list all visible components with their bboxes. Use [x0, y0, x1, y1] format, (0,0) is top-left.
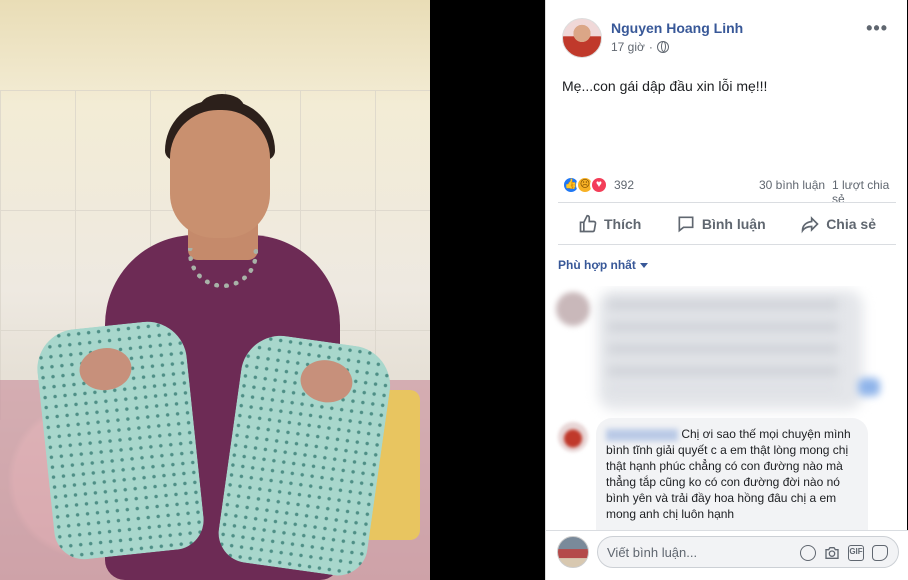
like-label: Thích — [604, 216, 642, 232]
woman-face — [170, 110, 270, 238]
comment-count[interactable]: 30 bình luận — [759, 178, 825, 192]
comment-placeholder: Viết bình luận... — [607, 545, 698, 560]
reaction-chip — [858, 378, 880, 396]
share-button[interactable]: Chia sẻ — [800, 206, 876, 242]
author-name[interactable]: Nguyen Hoang Linh — [611, 20, 743, 36]
camera-icon[interactable] — [824, 545, 840, 561]
divider — [558, 202, 896, 203]
emoji-icon[interactable] — [800, 545, 816, 561]
baby-face — [297, 356, 356, 406]
post-stats: 👍 ☹ ♥ 392 30 bình luận 1 lượt chia sẻ — [562, 176, 892, 206]
blurred-text — [608, 300, 838, 390]
comment-sort-dropdown[interactable]: Phù hợp nhất — [558, 258, 648, 272]
baby-left — [33, 317, 207, 563]
comment-button[interactable]: Bình luận — [676, 206, 766, 242]
post-panel: Nguyen Hoang Linh 17 giờ · ••• Mẹ...con … — [545, 0, 908, 580]
share-icon — [801, 216, 819, 234]
globe-icon[interactable] — [656, 41, 669, 53]
commenter-avatar[interactable] — [558, 422, 588, 452]
baby-face — [77, 345, 134, 393]
comment-text: Chị ơi sao thế mọi chuyện mình bình tĩnh… — [606, 427, 851, 521]
reaction-count[interactable]: 392 — [614, 178, 634, 192]
comment-input[interactable]: Viết bình luận... GIF — [597, 536, 899, 568]
like-button[interactable]: Thích — [578, 206, 641, 242]
activation-watermark: Activate Wind — [795, 566, 881, 580]
author-avatar[interactable] — [562, 18, 602, 58]
post-meta: 17 giờ · — [611, 40, 669, 54]
post-photo[interactable] — [0, 0, 430, 580]
commenter-name-blurred[interactable] — [606, 428, 678, 441]
thumbs-up-icon — [579, 214, 597, 233]
caret-down-icon — [639, 262, 648, 268]
baby-right — [214, 330, 396, 580]
more-options-icon[interactable]: ••• — [866, 18, 888, 39]
action-bar: Thích Bình luận Chia sẻ — [558, 206, 896, 242]
post-header: Nguyen Hoang Linh 17 giờ · ••• — [546, 0, 908, 70]
my-avatar[interactable] — [557, 536, 589, 568]
love-react-icon[interactable]: ♥ — [590, 176, 608, 194]
commenter-avatar — [556, 292, 590, 326]
post-time[interactable]: 17 giờ — [611, 40, 645, 54]
meta-separator: · — [648, 40, 653, 54]
post-text: Mẹ...con gái dập đầu xin lỗi mẹ!!! — [562, 78, 768, 94]
comment-icon — [678, 216, 694, 233]
sticker-icon[interactable] — [872, 545, 888, 561]
sort-label: Phù hợp nhất — [558, 258, 636, 272]
share-label: Chia sẻ — [826, 216, 876, 232]
comment-bubble: Chị ơi sao thế mọi chuyện mình bình tĩnh… — [596, 418, 868, 530]
divider — [558, 244, 896, 245]
gif-icon[interactable]: GIF — [848, 545, 864, 561]
comment-list[interactable]: Chị ơi sao thế mọi chuyện mình bình tĩnh… — [546, 286, 908, 530]
comment-label: Bình luận — [701, 216, 766, 232]
